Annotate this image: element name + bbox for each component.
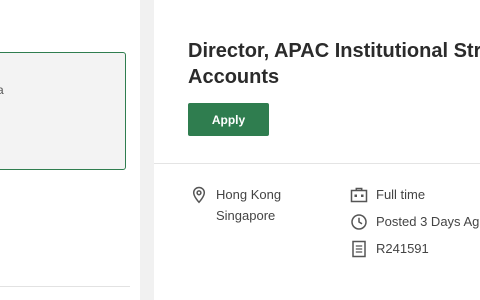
employment-type: Full time — [376, 187, 426, 202]
section-divider — [154, 163, 480, 164]
location-singapore: Singapore — [216, 208, 276, 223]
job-list-panel: a — [0, 0, 141, 300]
apply-button[interactable]: Apply — [188, 103, 269, 136]
list-divider — [0, 286, 130, 287]
employment-type-row: Full time — [350, 186, 425, 204]
posted-date: Posted 3 Days Ag — [376, 214, 480, 229]
job-title-line-2: Accounts — [188, 66, 280, 88]
posted-row: Posted 3 Days Ag — [350, 213, 479, 231]
document-icon — [350, 240, 368, 258]
location-row: Hong Kong Singapore — [190, 186, 281, 226]
briefcase-icon — [350, 186, 368, 204]
job-card-text: a — [0, 83, 4, 97]
clock-icon — [350, 213, 368, 231]
requisition-id: R241591 — [376, 241, 429, 256]
location-pin-icon — [190, 186, 208, 204]
location-hong-kong: Hong Kong — [216, 187, 282, 202]
requisition-row: R241591 — [350, 240, 429, 258]
job-title: Director, APAC Institutional Strat Accou… — [188, 38, 480, 90]
job-title-line-1: Director, APAC Institutional Strat — [188, 40, 480, 62]
job-detail-panel: Director, APAC Institutional Strat Accou… — [154, 0, 480, 300]
selected-job-card[interactable]: a — [0, 52, 126, 170]
panel-gap — [140, 0, 154, 300]
